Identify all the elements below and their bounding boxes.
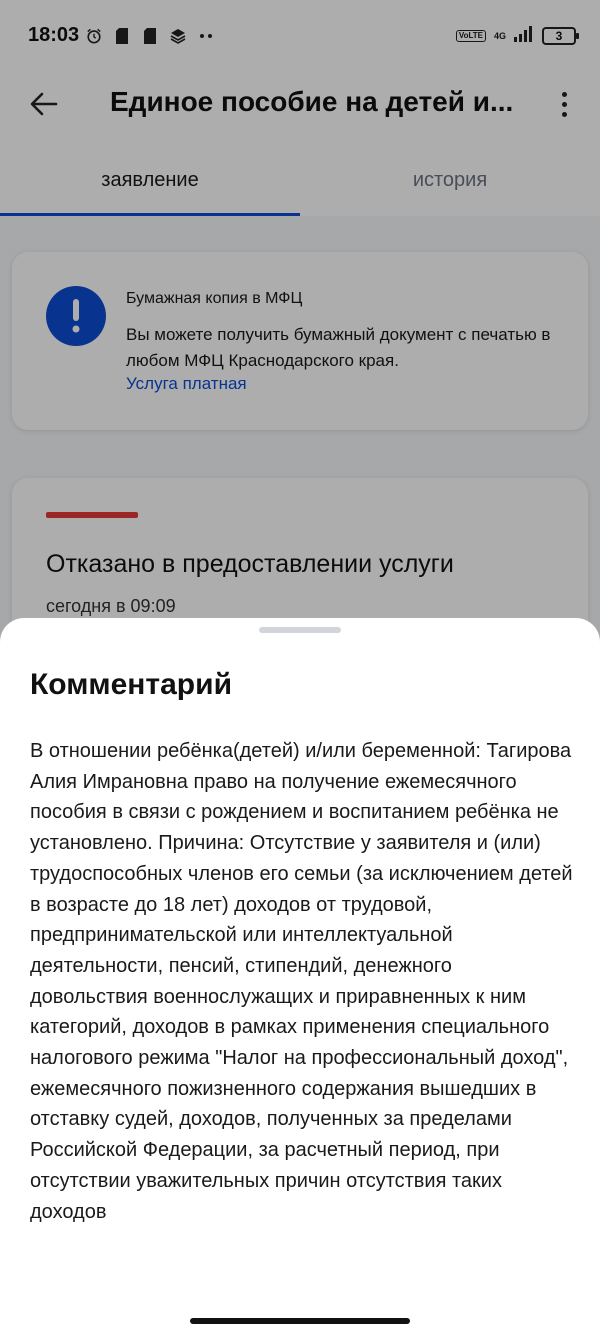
comment-text: В отношении ребёнка(детей) и/или беремен… — [30, 740, 573, 1223]
drag-handle[interactable] — [259, 627, 341, 633]
sheet-title: Комментарий — [30, 668, 233, 701]
home-indicator[interactable] — [190, 1318, 410, 1324]
comment-bottom-sheet: Комментарий В отношении ребёнка(детей) и… — [0, 618, 600, 1332]
